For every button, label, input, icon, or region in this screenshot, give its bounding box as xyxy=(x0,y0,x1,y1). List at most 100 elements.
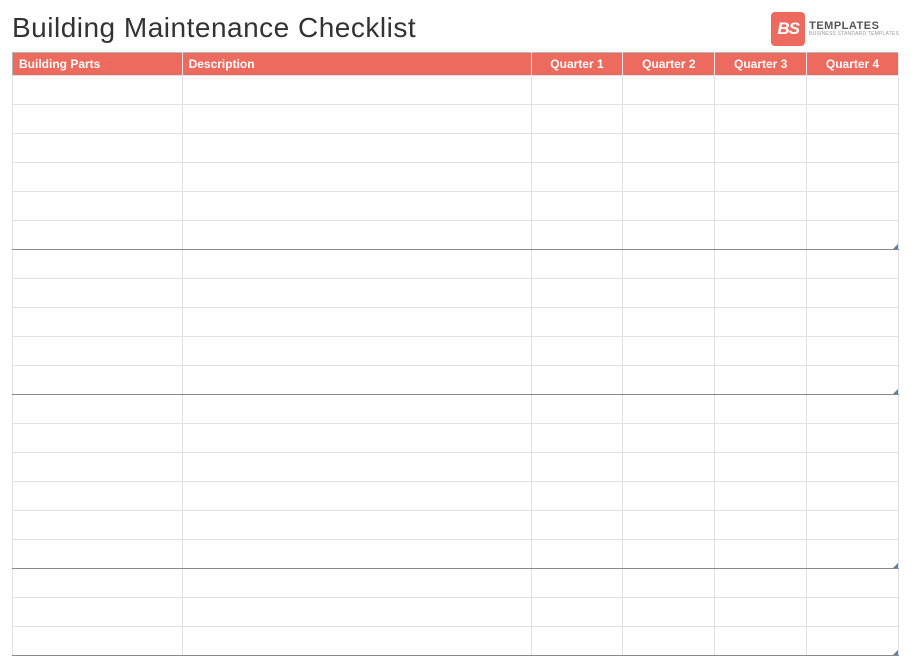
table-cell[interactable] xyxy=(531,424,623,453)
table-cell[interactable] xyxy=(807,511,899,540)
table-cell[interactable] xyxy=(715,511,807,540)
table-cell[interactable] xyxy=(807,337,899,366)
table-cell[interactable] xyxy=(531,453,623,482)
table-cell[interactable] xyxy=(13,192,183,221)
table-cell[interactable] xyxy=(623,134,715,163)
table-cell[interactable] xyxy=(182,250,531,279)
table-cell[interactable] xyxy=(715,279,807,308)
table-cell[interactable] xyxy=(531,511,623,540)
table-cell[interactable] xyxy=(531,192,623,221)
table-cell[interactable] xyxy=(13,337,183,366)
table-cell[interactable] xyxy=(715,308,807,337)
table-cell[interactable] xyxy=(715,134,807,163)
table-cell[interactable] xyxy=(623,76,715,105)
table-cell[interactable] xyxy=(531,279,623,308)
table-cell[interactable] xyxy=(531,308,623,337)
table-cell[interactable] xyxy=(623,366,715,395)
table-cell[interactable] xyxy=(807,192,899,221)
table-cell[interactable] xyxy=(715,250,807,279)
table-cell[interactable] xyxy=(531,366,623,395)
table-cell[interactable] xyxy=(13,134,183,163)
table-cell[interactable] xyxy=(531,250,623,279)
table-cell[interactable] xyxy=(623,308,715,337)
table-cell[interactable] xyxy=(182,163,531,192)
table-cell[interactable] xyxy=(531,134,623,163)
table-cell[interactable] xyxy=(13,308,183,337)
table-cell[interactable] xyxy=(182,569,531,598)
table-cell[interactable] xyxy=(623,627,715,656)
table-cell[interactable] xyxy=(182,76,531,105)
table-cell[interactable] xyxy=(182,366,531,395)
table-cell[interactable] xyxy=(623,105,715,134)
table-cell[interactable] xyxy=(623,598,715,627)
table-cell[interactable] xyxy=(13,76,183,105)
table-cell[interactable] xyxy=(715,221,807,250)
table-cell[interactable] xyxy=(623,395,715,424)
table-cell[interactable] xyxy=(715,569,807,598)
table-cell[interactable] xyxy=(715,627,807,656)
table-cell[interactable] xyxy=(13,569,183,598)
table-cell[interactable] xyxy=(531,395,623,424)
table-cell[interactable] xyxy=(715,540,807,569)
table-cell[interactable] xyxy=(807,279,899,308)
table-cell[interactable] xyxy=(13,279,183,308)
table-cell[interactable] xyxy=(807,221,899,250)
table-cell[interactable] xyxy=(715,395,807,424)
table-cell[interactable] xyxy=(182,424,531,453)
table-cell[interactable] xyxy=(623,221,715,250)
table-cell[interactable] xyxy=(13,163,183,192)
table-cell[interactable] xyxy=(182,192,531,221)
table-cell[interactable] xyxy=(13,511,183,540)
table-cell[interactable] xyxy=(807,569,899,598)
table-cell[interactable] xyxy=(182,598,531,627)
table-cell[interactable] xyxy=(623,279,715,308)
table-cell[interactable] xyxy=(531,163,623,192)
table-cell[interactable] xyxy=(531,337,623,366)
table-cell[interactable] xyxy=(13,105,183,134)
table-cell[interactable] xyxy=(623,163,715,192)
table-cell[interactable] xyxy=(13,395,183,424)
table-cell[interactable] xyxy=(531,482,623,511)
table-cell[interactable] xyxy=(531,76,623,105)
table-cell[interactable] xyxy=(182,308,531,337)
table-cell[interactable] xyxy=(807,482,899,511)
table-cell[interactable] xyxy=(13,540,183,569)
table-cell[interactable] xyxy=(715,598,807,627)
table-cell[interactable] xyxy=(182,511,531,540)
table-cell[interactable] xyxy=(807,366,899,395)
table-cell[interactable] xyxy=(623,482,715,511)
table-cell[interactable] xyxy=(807,453,899,482)
table-cell[interactable] xyxy=(715,192,807,221)
table-cell[interactable] xyxy=(182,627,531,656)
table-cell[interactable] xyxy=(807,598,899,627)
table-cell[interactable] xyxy=(807,424,899,453)
table-cell[interactable] xyxy=(182,105,531,134)
table-cell[interactable] xyxy=(13,627,183,656)
table-cell[interactable] xyxy=(623,540,715,569)
table-cell[interactable] xyxy=(807,627,899,656)
table-cell[interactable] xyxy=(182,134,531,163)
table-cell[interactable] xyxy=(807,308,899,337)
table-cell[interactable] xyxy=(715,163,807,192)
table-cell[interactable] xyxy=(531,540,623,569)
table-cell[interactable] xyxy=(623,453,715,482)
table-cell[interactable] xyxy=(623,511,715,540)
table-cell[interactable] xyxy=(715,366,807,395)
table-cell[interactable] xyxy=(182,482,531,511)
table-cell[interactable] xyxy=(807,250,899,279)
table-cell[interactable] xyxy=(13,453,183,482)
table-cell[interactable] xyxy=(182,221,531,250)
table-cell[interactable] xyxy=(182,540,531,569)
table-cell[interactable] xyxy=(715,424,807,453)
table-cell[interactable] xyxy=(623,424,715,453)
table-cell[interactable] xyxy=(13,482,183,511)
table-cell[interactable] xyxy=(182,337,531,366)
table-cell[interactable] xyxy=(182,279,531,308)
table-cell[interactable] xyxy=(531,627,623,656)
table-cell[interactable] xyxy=(531,105,623,134)
table-cell[interactable] xyxy=(807,163,899,192)
table-cell[interactable] xyxy=(715,482,807,511)
table-cell[interactable] xyxy=(182,395,531,424)
table-cell[interactable] xyxy=(623,569,715,598)
table-cell[interactable] xyxy=(807,540,899,569)
